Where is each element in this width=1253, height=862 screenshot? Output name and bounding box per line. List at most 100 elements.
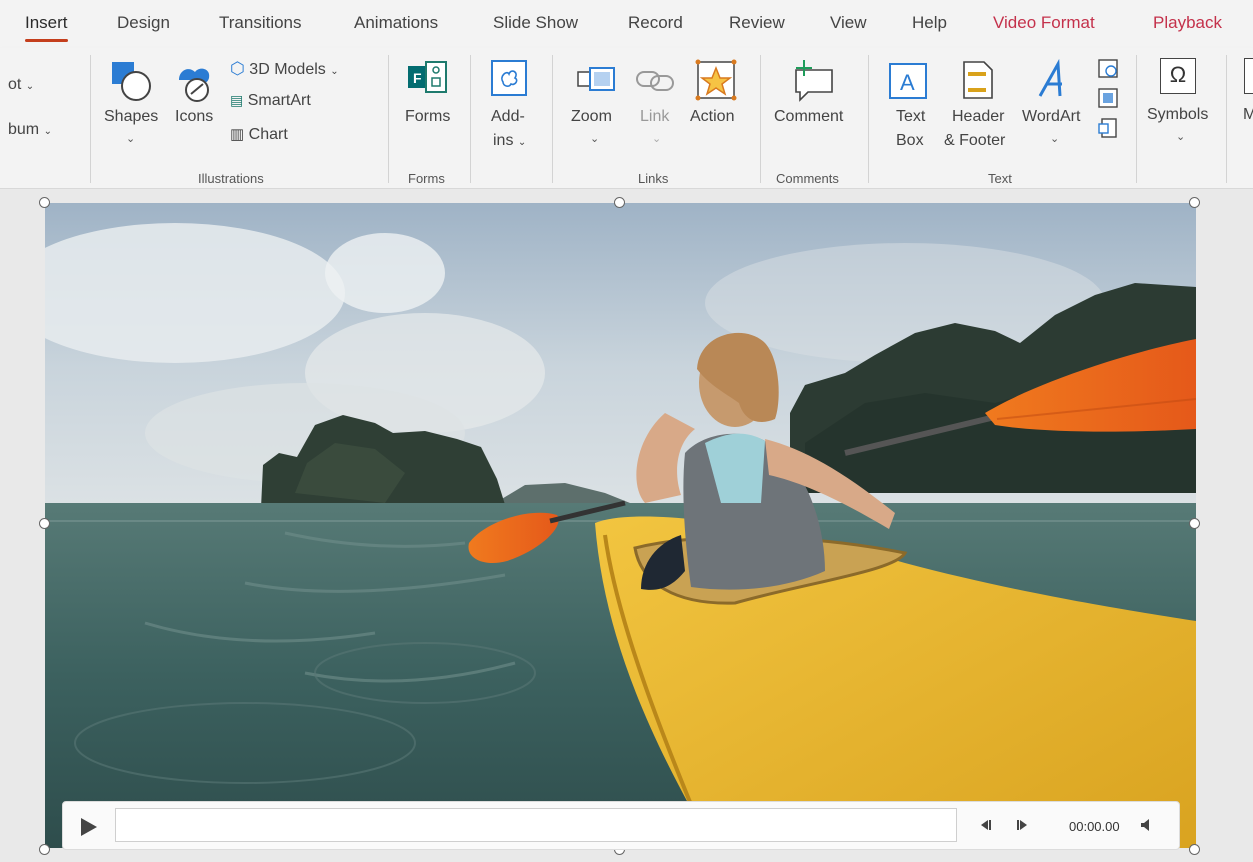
comment-button[interactable]: Comment bbox=[770, 56, 858, 156]
icons-icon bbox=[179, 68, 210, 102]
tab-design[interactable]: Design bbox=[117, 13, 170, 33]
ribbon: ot ⌄ bum ⌄ Shapes ⌄ Icons ⬡ 3D Models ⌄ … bbox=[0, 48, 1253, 189]
shapes-label: Shapes bbox=[104, 108, 159, 125]
chart-button[interactable]: ▥ Chart bbox=[230, 125, 288, 144]
slide-number-icon[interactable] bbox=[1096, 86, 1120, 110]
shapes-button[interactable]: Shapes ⌄ bbox=[100, 56, 162, 156]
action-label: Action bbox=[690, 108, 735, 125]
tab-view[interactable]: View bbox=[830, 13, 867, 33]
text-box-icon: A bbox=[889, 63, 927, 99]
forms-icon: F bbox=[408, 61, 447, 93]
chevron-down-icon: ⌄ bbox=[652, 133, 662, 145]
link-button: Link ⌄ bbox=[630, 56, 682, 156]
chevron-down-icon: ⌄ bbox=[1050, 133, 1060, 145]
media-control-bar: 00:00.00 bbox=[62, 801, 1180, 850]
speaker-icon bbox=[1141, 819, 1149, 831]
volume-button[interactable] bbox=[1139, 817, 1155, 833]
tab-record[interactable]: Record bbox=[628, 13, 683, 33]
step-back-button[interactable] bbox=[977, 817, 993, 833]
text-small-commands bbox=[1096, 56, 1122, 146]
text-box-label-2: Box bbox=[896, 132, 924, 149]
add-ins-icon bbox=[491, 60, 527, 96]
resize-handle-top-left[interactable] bbox=[39, 197, 50, 208]
icons-label: Icons bbox=[175, 108, 214, 125]
group-label-text: Text bbox=[988, 171, 1012, 186]
video-still-image bbox=[45, 203, 1196, 848]
header-footer-label-2: & Footer bbox=[944, 132, 1006, 149]
zoom-button[interactable]: Zoom ⌄ bbox=[566, 56, 624, 156]
ribbon-tabs: Insert Design Transitions Animations Sli… bbox=[0, 0, 1253, 48]
separator bbox=[1136, 55, 1137, 183]
link-label: Link bbox=[640, 108, 670, 125]
svg-text:A: A bbox=[900, 70, 915, 95]
video-frame[interactable] bbox=[45, 203, 1196, 848]
step-back-icon bbox=[981, 820, 991, 830]
resize-handle-left[interactable] bbox=[39, 518, 50, 529]
separator bbox=[552, 55, 553, 183]
chevron-down-icon: ⌄ bbox=[126, 133, 136, 145]
comment-label: Comment bbox=[774, 108, 844, 125]
chart-icon: ▥ bbox=[230, 126, 245, 143]
tab-review[interactable]: Review bbox=[729, 13, 785, 33]
tab-insert[interactable]: Insert bbox=[25, 13, 68, 42]
smartart-icon: ▤ bbox=[230, 92, 244, 108]
tab-transitions[interactable]: Transitions bbox=[219, 13, 302, 33]
zoom-icon bbox=[577, 67, 615, 91]
symbols-button[interactable]: Ω Symbols ⌄ bbox=[1146, 56, 1216, 156]
add-ins-label-2: ins ⌄ bbox=[493, 132, 527, 149]
3d-models-button[interactable]: ⬡ 3D Models ⌄ bbox=[230, 59, 339, 79]
separator bbox=[470, 55, 471, 183]
resize-handle-bottom-left[interactable] bbox=[39, 844, 50, 855]
object-icon[interactable] bbox=[1096, 116, 1120, 140]
header-footer-icon bbox=[963, 61, 993, 99]
action-button[interactable]: Action bbox=[688, 56, 748, 156]
forms-label: Forms bbox=[405, 108, 451, 125]
tab-playback[interactable]: Playback bbox=[1153, 13, 1222, 33]
step-forward-icon bbox=[1017, 820, 1027, 830]
separator bbox=[1226, 55, 1227, 183]
progress-track[interactable] bbox=[115, 808, 957, 842]
group-label-illustrations: Illustrations bbox=[198, 171, 264, 186]
group-label-forms: Forms bbox=[408, 171, 445, 186]
play-button[interactable] bbox=[77, 816, 99, 838]
wordart-label: WordArt bbox=[1022, 108, 1081, 125]
add-ins-label-1: Add- bbox=[491, 108, 525, 125]
wordart-icon bbox=[1038, 58, 1062, 97]
separator bbox=[760, 55, 761, 183]
tab-animations[interactable]: Animations bbox=[354, 13, 438, 33]
group-label-comments: Comments bbox=[776, 171, 839, 186]
shapes-icon bbox=[112, 62, 151, 101]
resize-handle-right[interactable] bbox=[1189, 518, 1200, 529]
play-icon bbox=[81, 818, 97, 836]
date-time-icon[interactable] bbox=[1096, 56, 1120, 80]
separator bbox=[388, 55, 389, 183]
resize-handle-top[interactable] bbox=[614, 197, 625, 208]
separator bbox=[90, 55, 91, 183]
resize-handle-top-right[interactable] bbox=[1189, 197, 1200, 208]
wordart-button[interactable]: WordArt ⌄ bbox=[1018, 56, 1090, 156]
comment-icon bbox=[795, 60, 833, 102]
tab-help[interactable]: Help bbox=[912, 13, 947, 33]
partial-media-label: M bbox=[1243, 106, 1253, 123]
header-footer-button[interactable]: Header & Footer bbox=[944, 56, 1016, 156]
icons-button[interactable]: Icons bbox=[168, 56, 220, 156]
media-icon[interactable] bbox=[1244, 58, 1253, 94]
partial-command-top[interactable]: ot ⌄ bbox=[8, 76, 34, 94]
smartart-button[interactable]: ▤ SmartArt bbox=[230, 92, 311, 110]
link-icon bbox=[636, 71, 674, 91]
tab-video-format[interactable]: Video Format bbox=[993, 13, 1095, 33]
omega-icon: Ω bbox=[1160, 58, 1196, 94]
text-box-label-1: Text bbox=[896, 108, 926, 125]
tab-slide-show[interactable]: Slide Show bbox=[493, 13, 578, 33]
resize-handle-bottom-right[interactable] bbox=[1189, 844, 1200, 855]
zoom-label: Zoom bbox=[571, 108, 612, 125]
header-footer-label-1: Header bbox=[952, 108, 1005, 125]
forms-button[interactable]: F Forms bbox=[398, 56, 460, 156]
separator bbox=[868, 55, 869, 183]
add-ins-button[interactable]: Add- ins ⌄ bbox=[482, 56, 538, 156]
text-box-button[interactable]: A Text Box bbox=[880, 56, 940, 156]
step-forward-button[interactable] bbox=[1015, 817, 1031, 833]
symbols-label: Symbols bbox=[1147, 106, 1209, 123]
chevron-down-icon: ⌄ bbox=[1176, 131, 1186, 143]
partial-command-bottom[interactable]: bum ⌄ bbox=[8, 121, 52, 139]
